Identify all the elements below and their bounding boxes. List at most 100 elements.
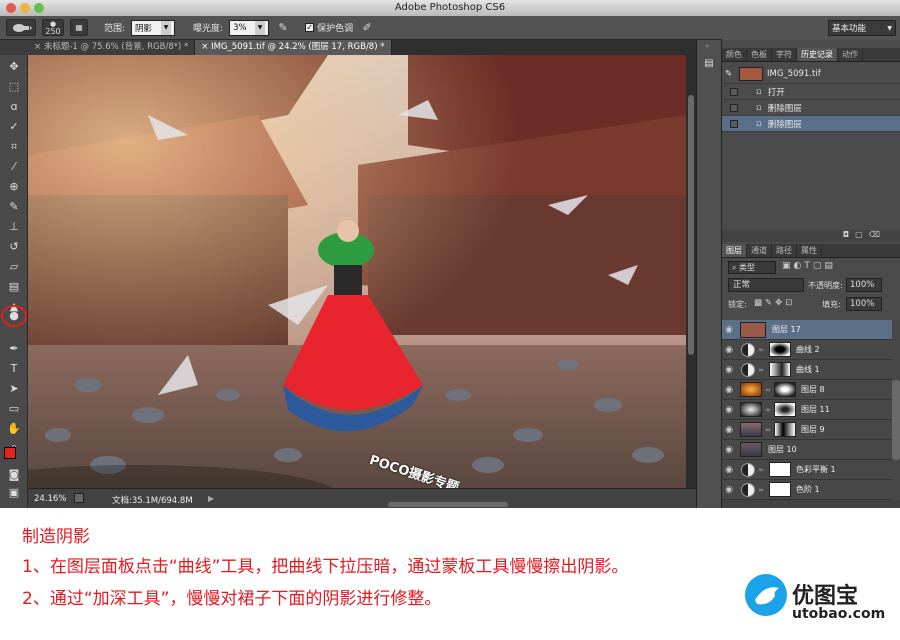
pressure-toggle[interactable]: ✐ — [359, 19, 375, 36]
type-tool[interactable]: T — [4, 361, 24, 377]
eye-icon[interactable]: ◉ — [722, 425, 736, 435]
history-step-open[interactable]: ▫ 打开 — [722, 84, 900, 100]
tab-channels[interactable]: 通道 — [747, 244, 772, 257]
quick-select-tool[interactable]: ✓ — [4, 119, 24, 135]
healing-brush-tool[interactable]: ⊕ — [4, 179, 24, 195]
new-document-icon[interactable]: ▢ — [855, 230, 869, 239]
marquee-tool[interactable]: ⬚ — [4, 79, 24, 95]
layer-mask-thumbnail[interactable] — [774, 402, 796, 417]
layer-row-8[interactable]: ◉ ∞ 图层 8 — [722, 380, 892, 400]
layer-mask-thumbnail[interactable] — [769, 342, 791, 357]
history-snapshot[interactable]: ✎ IMG_5091.tif — [722, 64, 900, 84]
status-menu-icon[interactable] — [74, 493, 84, 503]
vertical-scroll-thumb[interactable] — [688, 95, 694, 355]
tab-history[interactable]: 历史记录 — [797, 48, 838, 61]
eye-icon[interactable]: ◉ — [722, 485, 736, 495]
brush-tool[interactable]: ✎ — [4, 199, 24, 215]
tab-character[interactable]: 字符 — [772, 48, 797, 61]
layer-mask-thumbnail[interactable] — [769, 462, 791, 477]
eye-icon[interactable]: ◉ — [722, 465, 736, 475]
tab-color[interactable]: 颜色 — [722, 48, 747, 61]
history-brush-source-icon[interactable]: ✎ — [725, 69, 739, 79]
close-icon[interactable]: × — [201, 42, 211, 52]
path-select-tool[interactable]: ➤ — [4, 381, 24, 397]
blend-mode-select[interactable]: 正常 — [728, 278, 804, 292]
minimize-window-button[interactable] — [20, 3, 30, 13]
workspace-switcher[interactable]: 基本功能 ▼ — [828, 20, 896, 36]
quick-mask-toggle[interactable]: ◙ — [4, 467, 24, 483]
tab-paths[interactable]: 路径 — [772, 244, 797, 257]
tool-preset-picker[interactable] — [6, 19, 36, 36]
lock-all-icon[interactable]: ⊡ — [785, 298, 795, 308]
tab-properties[interactable]: 属性 — [797, 244, 822, 257]
tab-actions[interactable]: 动作 — [838, 48, 863, 61]
clone-stamp-tool[interactable]: ⊥ — [4, 219, 24, 235]
gradient-tool[interactable]: ▤ — [4, 279, 24, 295]
tab-swatches[interactable]: 色板 — [747, 48, 772, 61]
close-window-button[interactable] — [6, 3, 16, 13]
eyedropper-tool[interactable]: ⁄ — [4, 159, 24, 175]
exposure-field[interactable]: 3% ▼ — [229, 19, 270, 36]
shape-filter-icon[interactable]: ▢ — [813, 261, 825, 271]
step-checkbox[interactable] — [730, 119, 738, 128]
layer-row-levels[interactable]: ◉ ∞ 色阶 1 — [722, 480, 892, 500]
move-tool[interactable]: ✥ — [4, 59, 24, 75]
trash-icon[interactable]: ⌫ — [869, 230, 886, 239]
history-step-delete-1[interactable]: ▫ 删除图层 — [722, 100, 900, 116]
layer-row-9[interactable]: ◉ ∞ 图层 9 — [722, 420, 892, 440]
collapse-arrows-icon[interactable]: » — [705, 42, 709, 50]
shape-tool[interactable]: ▭ — [4, 401, 24, 417]
brush-size-picker[interactable]: ● 250 — [42, 19, 64, 36]
layer-row-10[interactable]: ◉ 图层 10 — [722, 440, 892, 460]
pen-tool[interactable]: ✒ — [4, 341, 24, 357]
brush-panel-toggle[interactable]: ▦ — [70, 19, 88, 36]
eye-icon[interactable]: ◉ — [722, 365, 736, 375]
layer-row-11[interactable]: ◉ ∞ 图层 11 — [722, 400, 892, 420]
layer-filter-select[interactable]: ⌕ 类型 — [728, 261, 776, 274]
protect-tones-checkbox[interactable]: ✓ — [305, 23, 315, 32]
layer-mask-thumbnail[interactable] — [774, 382, 796, 397]
screen-mode-toggle[interactable]: ▣ — [4, 485, 24, 501]
tab-layers[interactable]: 图层 — [722, 244, 747, 257]
airbrush-toggle[interactable]: ✎ — [275, 19, 291, 36]
foreground-color-swatch[interactable] — [4, 447, 16, 459]
snapshot-icon[interactable]: ◘ — [843, 230, 855, 239]
opacity-field[interactable]: 100% — [846, 278, 882, 292]
protect-tones-option[interactable]: ✓ 保护色调 — [305, 21, 353, 34]
history-step-delete-2[interactable]: ▫ 删除图层 — [722, 116, 900, 132]
fill-field[interactable]: 100% — [846, 297, 882, 311]
zoom-readout[interactable]: 24.16% — [34, 494, 66, 504]
hand-tool[interactable]: ✋ — [4, 421, 24, 437]
layers-scroll-thumb[interactable] — [892, 380, 900, 460]
eye-icon[interactable]: ◉ — [722, 445, 736, 455]
eye-icon[interactable]: ◉ — [722, 325, 736, 335]
layer-row-color-balance[interactable]: ◉ ∞ 色彩平衡 1 — [722, 460, 892, 480]
canvas-vertical-scrollbar[interactable] — [686, 55, 696, 488]
history-panel-icon[interactable]: ▤ — [701, 58, 717, 72]
doc-tab-img5091[interactable]: × IMG_5091.tif @ 24.2% (图层 17, RGB/8) * — [195, 40, 392, 55]
doc-tab-untitled[interactable]: × 未标题-1 @ 75.6% (背景, RGB/8*) * — [28, 40, 196, 55]
lasso-tool[interactable]: ɑ — [4, 99, 24, 115]
step-checkbox[interactable] — [730, 87, 738, 96]
horizontal-scroll-thumb[interactable] — [388, 502, 508, 507]
lock-pixels-icon[interactable]: ✎ — [765, 298, 775, 308]
eye-icon[interactable]: ◉ — [722, 385, 736, 395]
range-select[interactable]: 阴影 ▼ — [131, 19, 176, 36]
burn-tool[interactable]: ● — [1, 305, 27, 327]
layer-mask-thumbnail[interactable] — [769, 362, 791, 377]
close-icon[interactable]: × — [34, 42, 44, 52]
layer-row-curves-1[interactable]: ◉ ∞ 曲线 1 — [722, 360, 892, 380]
eye-icon[interactable]: ◉ — [722, 405, 736, 415]
adjustment-filter-icon[interactable]: ◐ — [794, 261, 805, 271]
layer-mask-thumbnail[interactable] — [769, 482, 791, 497]
layer-row-curves-2[interactable]: ◉ ∞ 曲线 2 — [722, 340, 892, 360]
history-brush-tool[interactable]: ↺ — [4, 239, 24, 255]
layer-mask-thumbnail[interactable] — [774, 422, 796, 437]
status-arrow-icon[interactable]: ▶ — [208, 494, 214, 503]
zoom-window-button[interactable] — [34, 3, 44, 13]
lock-position-icon[interactable]: ✥ — [775, 298, 785, 308]
layer-row-17[interactable]: ◉ 图层 17 — [722, 320, 892, 340]
pixel-filter-icon[interactable]: ▣ — [782, 261, 794, 271]
smart-object-filter-icon[interactable]: ▤ — [824, 261, 836, 271]
eraser-tool[interactable]: ▱ — [4, 259, 24, 275]
